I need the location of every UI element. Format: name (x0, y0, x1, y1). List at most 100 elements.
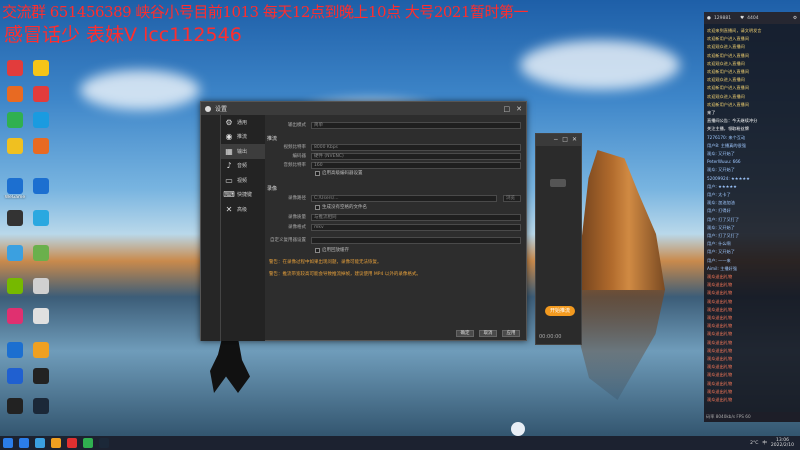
nav-icon: ♪ (226, 161, 232, 171)
settings-nav-item[interactable]: ▦ 输出 (221, 144, 265, 159)
silhouette-figure (210, 338, 250, 393)
desktop-shortcut[interactable] (2, 86, 28, 103)
stream-setting-field[interactable]: 160 (311, 161, 521, 169)
desktop-shortcut[interactable] (2, 368, 28, 385)
app-icon (7, 398, 23, 414)
desktop-shortcut[interactable] (28, 112, 54, 129)
desktop-shortcut[interactable] (28, 210, 54, 227)
settings-dialog: 设置 □ ✕ ⚙ 通用 ◉ 推流 ▦ 输出 ♪ 音频 ▭ 视频 ⌨ 快捷键 ✕ 高级 输出模式 简单 推流 … (200, 101, 527, 341)
desktop-shortcut[interactable]: WeGame (2, 178, 28, 200)
desktop-shortcut[interactable] (28, 60, 54, 77)
desktop-shortcut[interactable] (2, 308, 28, 325)
chat-message: 用户: 又开始了 (707, 249, 735, 255)
settings-nav-item[interactable]: ✕ 高级 (221, 202, 265, 217)
desktop-shortcut[interactable] (28, 308, 54, 325)
nav-icon: ◉ (225, 132, 233, 142)
record-path-label: 录像路径 (288, 196, 306, 201)
app-icon (7, 210, 23, 226)
stream-overlay-line1: 交流群 651456389 峡谷小号目前1013 每天12点到晚上10点 大号2… (2, 3, 529, 21)
no-space-filename-checkbox[interactable]: 生成没有空格的文件名 (315, 204, 367, 210)
stream-setting-field[interactable]: 硬件 (NVENC) (311, 152, 521, 160)
desktop-shortcut[interactable] (28, 398, 54, 415)
minimize-icon[interactable]: − (553, 136, 558, 144)
maximize-icon[interactable]: □ (562, 136, 568, 144)
settings-nav-item[interactable]: ⌨ 快捷键 (221, 188, 265, 203)
desktop-shortcut[interactable] (2, 60, 28, 77)
chat-message: 观众送出礼物 (707, 364, 733, 370)
replay-buffer-checkbox[interactable]: 启用回放缓存 (315, 247, 349, 253)
obs-side-button[interactable] (550, 179, 566, 187)
weather-text: 2°C (750, 440, 759, 446)
record-format-select[interactable]: mkv (311, 223, 521, 231)
taskbar-app-icon[interactable] (51, 438, 61, 448)
windows-start-icon[interactable] (3, 438, 13, 448)
close-icon[interactable]: ✕ (572, 136, 577, 144)
settings-nav-item[interactable]: ◉ 推流 (221, 130, 265, 145)
app-icon (33, 245, 49, 261)
chat-message: 欢迎新用户进入直播间 (707, 36, 749, 42)
settings-nav-item[interactable]: ▭ 视频 (221, 173, 265, 188)
checkbox-box[interactable] (315, 204, 320, 210)
record-format-row: 录像格式 mkv (265, 223, 527, 231)
settings-icon[interactable]: ⚙ (793, 16, 797, 21)
advanced-encoder-checkbox[interactable]: 启用高级编码器设置 (315, 170, 363, 176)
clock[interactable]: 13:06 2022/2/10 (771, 438, 794, 448)
stream-overlay-line2: 感冒话少 表妹V lcc112546 (4, 24, 242, 46)
close-icon[interactable]: ✕ (516, 105, 522, 113)
desktop-shortcut[interactable] (2, 245, 28, 262)
maximize-icon[interactable]: □ (504, 105, 511, 113)
settings-nav-item[interactable]: ⚙ 通用 (221, 115, 265, 130)
desktop-shortcut[interactable] (28, 278, 54, 295)
nav-label: 视频 (237, 177, 248, 184)
chat-message: 观众送出礼物 (707, 339, 733, 345)
output-mode-row: 输出模式 简单 (265, 121, 527, 129)
chat-message: 观众送出礼物 (707, 306, 733, 312)
taskbar-app-icon[interactable] (35, 438, 45, 448)
desktop-shortcut[interactable] (2, 398, 28, 415)
taskbar-app-icon[interactable] (83, 438, 93, 448)
output-mode-select[interactable]: 简单 (311, 121, 521, 129)
record-quality-select[interactable]: 与推流相同 (311, 213, 521, 221)
desktop-shortcut[interactable] (28, 342, 54, 359)
app-icon (33, 138, 49, 154)
apply-button[interactable]: 应用 (502, 330, 520, 337)
muxer-field[interactable] (311, 236, 521, 244)
desktop-shortcut[interactable] (2, 278, 28, 295)
desktop-shortcut[interactable] (28, 245, 54, 262)
app-icon (7, 278, 23, 294)
desktop-shortcut[interactable] (28, 178, 54, 195)
checkbox-box[interactable] (315, 170, 320, 176)
desktop-shortcut[interactable] (28, 86, 54, 103)
taskbar-app-icon[interactable] (67, 438, 77, 448)
chat-bubble-icon[interactable] (511, 422, 525, 436)
settings-nav-item[interactable]: ♪ 音频 (221, 159, 265, 174)
browse-button[interactable]: 浏览 (503, 194, 521, 202)
app-icon (33, 278, 49, 294)
chat-message: 7276170: 来个互动 (707, 134, 746, 140)
obs-main-window[interactable]: − □ ✕ 开始推流 00:00:00 (535, 133, 582, 345)
desktop-shortcut[interactable] (28, 138, 54, 155)
ok-button[interactable]: 确定 (456, 330, 474, 337)
desktop-shortcut[interactable] (2, 210, 28, 227)
taskbar-app-icon[interactable] (19, 438, 29, 448)
chat-message: 用户: 什么啊 (707, 241, 731, 247)
start-stream-button[interactable]: 开始推流 (545, 306, 575, 316)
record-path-field[interactable]: C:/Users/... (311, 194, 497, 202)
chat-message: 观众送出礼物 (707, 372, 733, 378)
desktop-shortcut[interactable] (2, 342, 28, 359)
chat-message: 关注主播，领取粉丝牌 (707, 126, 749, 132)
chat-message: 观众送出礼物 (707, 347, 733, 353)
cancel-button[interactable]: 取消 (479, 330, 497, 337)
desktop-shortcut[interactable] (2, 138, 28, 155)
app-icon (33, 210, 49, 226)
stream-setting-field[interactable]: 8000 Kbps (311, 143, 521, 151)
stream-setting-label: 音频比特率 (283, 163, 307, 168)
app-icon (7, 245, 23, 261)
desktop-shortcut[interactable] (28, 368, 54, 385)
desktop-shortcut[interactable] (2, 112, 28, 129)
checkbox-box[interactable] (315, 247, 320, 253)
output-mode-label: 输出模式 (288, 123, 306, 128)
stream-section-title: 推流 (267, 136, 278, 142)
taskbar-app-icon[interactable] (99, 438, 109, 448)
input-method[interactable]: 中 (762, 440, 767, 446)
